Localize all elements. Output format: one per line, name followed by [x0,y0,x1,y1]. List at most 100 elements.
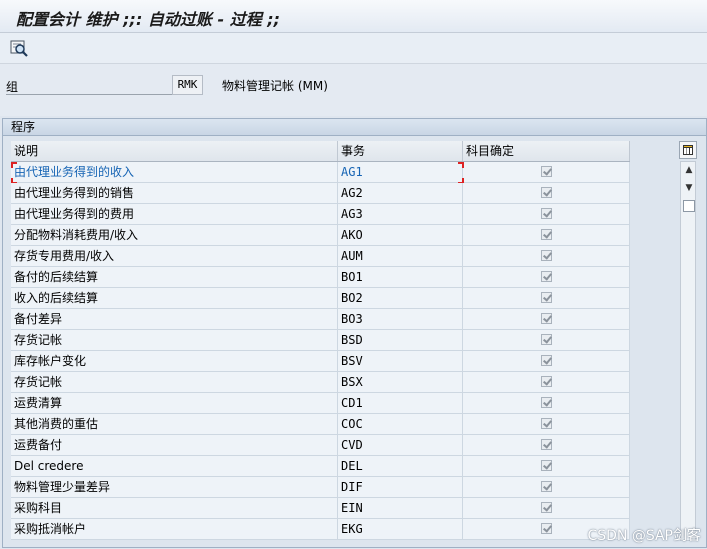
description-cell: 采购科目 [11,498,338,518]
table-row[interactable]: 由代理业务得到的销售 AG2 [11,183,630,204]
table-row[interactable]: 收入的后续结算 BO2 [11,288,630,309]
description-cell: Del credere [11,456,338,476]
table-header: 说明 事务 科目确定 [11,141,630,162]
table-row[interactable]: 物料管理少量差异 DIF [11,477,630,498]
transaction-cell: BO2 [338,288,463,308]
description-cell: 存货记帐 [11,372,338,392]
account-determination-checkbox[interactable] [541,208,552,219]
scroll-track[interactable]: ▲ ▼ [680,161,696,541]
description-cell: 备付差异 [11,309,338,329]
account-determination-cell [463,204,630,224]
account-determination-cell [463,435,630,455]
table-row[interactable]: 存货专用费用/收入 AUM [11,246,630,267]
transaction-cell: EKG [338,519,463,539]
account-determination-checkbox[interactable] [541,166,552,177]
account-determination-cell [463,372,630,392]
column-header-transaction[interactable]: 事务 [338,141,463,161]
table-row[interactable]: 其他消费的重估 COC [11,414,630,435]
table-row[interactable]: 采购抵消帐户 EKG [11,519,630,540]
column-header-account-determination[interactable]: 科目确定 [463,141,630,161]
scroll-down-icon[interactable]: ▼ [683,183,695,193]
table-row[interactable]: 分配物料消耗费用/收入 AKO [11,225,630,246]
transaction-cell: EIN [338,498,463,518]
description-cell: 运费清算 [11,393,338,413]
transaction-cell: AG1 [338,162,463,182]
description-cell: 存货记帐 [11,330,338,350]
account-determination-checkbox[interactable] [541,418,552,429]
table-scrollbar[interactable]: ▲ ▼ [679,141,699,541]
account-determination-cell [463,267,630,287]
description-cell: 库存帐户变化 [11,351,338,371]
table-row[interactable]: 运费清算 CD1 [11,393,630,414]
description-cell: 由代理业务得到的费用 [11,204,338,224]
account-determination-cell [463,183,630,203]
table-row[interactable]: 存货记帐 BSX [11,372,630,393]
account-determination-checkbox[interactable] [541,397,552,408]
description-cell: 备付的后续结算 [11,267,338,287]
focus-corner [11,162,17,168]
account-determination-checkbox[interactable] [541,292,552,303]
application-toolbar [0,33,707,64]
description-cell: 收入的后续结算 [11,288,338,308]
account-determination-checkbox[interactable] [541,460,552,471]
account-determination-checkbox[interactable] [541,271,552,282]
account-determination-cell [463,330,630,350]
selection-area: 组 RMK 物料管理记帐 (MM) [0,64,707,116]
table-row[interactable]: 由代理业务得到的费用 AG3 [11,204,630,225]
account-determination-checkbox[interactable] [541,187,552,198]
account-determination-cell [463,246,630,266]
find-icon[interactable] [9,38,29,58]
table-row[interactable]: 运费备付 CVD [11,435,630,456]
table-row[interactable]: 备付的后续结算 BO1 [11,267,630,288]
table-row[interactable]: Del credere DEL [11,456,630,477]
description-cell: 物料管理少量差异 [11,477,338,497]
account-determination-checkbox[interactable] [541,481,552,492]
transaction-cell: CVD [338,435,463,455]
table-layout-icon[interactable] [679,141,697,159]
transaction-cell: AG2 [338,183,463,203]
column-header-description[interactable]: 说明 [11,141,338,161]
description-cell: 运费备付 [11,435,338,455]
focus-corner [458,162,464,168]
watermark: CSDN @SAP剑客 [587,528,701,544]
account-determination-checkbox[interactable] [541,229,552,240]
description-cell: 由代理业务得到的销售 [11,183,338,203]
account-determination-cell [463,477,630,497]
account-determination-checkbox[interactable] [541,334,552,345]
transaction-cell: BSV [338,351,463,371]
group-field[interactable]: RMK [172,75,203,95]
description-cell: 存货专用费用/收入 [11,246,338,266]
section-title: 程序 [3,119,706,136]
procedures-section: 程序 说明 事务 科目确定 由代理业务得到的收入 AG1 由代理业务得到的销售 AG2… [2,118,707,548]
transaction-cell: BO1 [338,267,463,287]
account-determination-cell [463,309,630,329]
account-determination-checkbox[interactable] [541,502,552,513]
account-determination-cell [463,498,630,518]
table-row[interactable]: 采购科目 EIN [11,498,630,519]
table-row[interactable]: 备付差异 BO3 [11,309,630,330]
account-determination-checkbox[interactable] [541,376,552,387]
transaction-cell: BSX [338,372,463,392]
window-title: 配置会计 维护 ;;: 自动过账 - 过程 ;; [16,10,281,29]
table-row[interactable]: 由代理业务得到的收入 AG1 [11,162,630,184]
transaction-cell: AUM [338,246,463,266]
table-row[interactable]: 库存帐户变化 BSV [11,351,630,372]
account-determination-checkbox[interactable] [541,313,552,324]
table-row[interactable]: 存货记帐 BSD [11,330,630,351]
account-determination-checkbox[interactable] [541,439,552,450]
account-determination-cell [463,393,630,413]
transaction-cell: DEL [338,456,463,476]
description-cell: 分配物料消耗费用/收入 [11,225,338,245]
scroll-thumb[interactable] [683,200,695,212]
account-determination-checkbox[interactable] [541,523,552,534]
account-determination-cell [463,414,630,434]
account-determination-cell [463,288,630,308]
scroll-up-icon[interactable]: ▲ [683,165,695,175]
title-bar: 配置会计 维护 ;;: 自动过账 - 过程 ;; [0,0,707,33]
account-determination-checkbox[interactable] [541,355,552,366]
transaction-cell: AKO [338,225,463,245]
account-determination-cell [463,456,630,476]
transaction-cell: AG3 [338,204,463,224]
account-determination-checkbox[interactable] [541,250,552,261]
description-cell: 其他消费的重估 [11,414,338,434]
